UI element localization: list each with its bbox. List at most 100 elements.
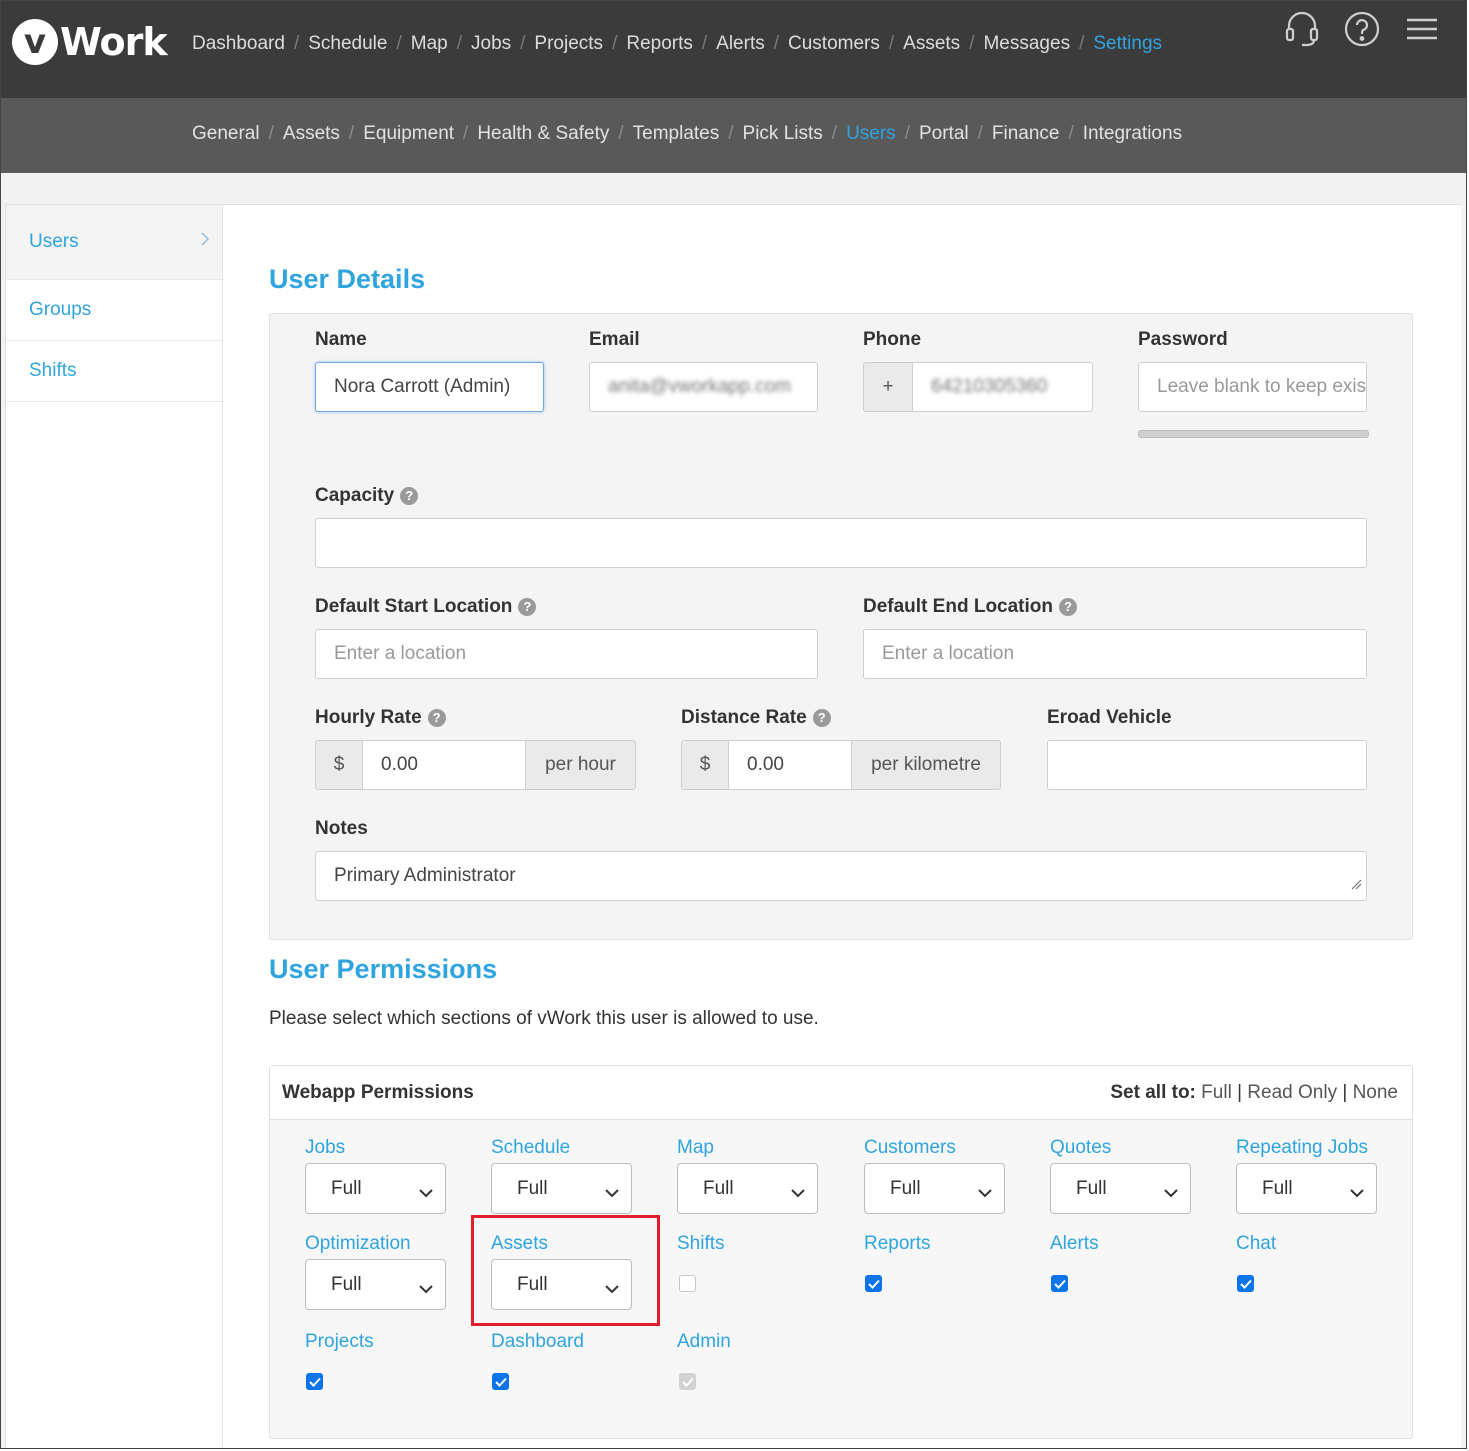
perm-label-repeating-jobs[interactable]: Repeating Jobs [1236,1137,1368,1159]
nav-reports[interactable]: Reports [626,33,693,54]
capacity-help-icon[interactable]: ? [400,487,419,505]
hourly-rate-help-icon[interactable]: ? [427,709,446,727]
perm-select-customers[interactable]: Full [864,1163,1005,1214]
perm-label-quotes[interactable]: Quotes [1050,1137,1111,1159]
nav-alerts[interactable]: Alerts [716,33,765,54]
perm-label-shifts[interactable]: Shifts [677,1233,725,1255]
perm-label-alerts[interactable]: Alerts [1050,1233,1099,1255]
sidebar-item-users[interactable]: Users [6,205,222,280]
perm-label-projects[interactable]: Projects [305,1331,374,1353]
settings-nav-general[interactable]: General [192,123,260,144]
settings-nav-portal[interactable]: Portal [919,123,969,144]
set-all-readonly-link[interactable]: Read Only [1247,1082,1337,1103]
settings-nav-integrations[interactable]: Integrations [1083,123,1182,144]
phone-prefix: + [863,362,913,412]
perm-checkbox-reports[interactable] [865,1275,882,1292]
hourly-currency: $ [315,740,363,790]
settings-nav-health-safety[interactable]: Health & Safety [477,123,609,144]
phone-field[interactable]: 64210305360 [912,362,1093,412]
nav-separator: / [969,33,975,54]
perm-checkbox-alerts[interactable] [1051,1275,1068,1292]
chevron-down-icon [1164,1182,1178,1204]
hourly-rate-label: Hourly Rate ? [315,707,446,729]
name-field[interactable]: Nora Carrott (Admin) [315,362,544,412]
eroad-vehicle-label: Eroad Vehicle [1047,707,1172,728]
sidebar-item-shifts[interactable]: Shifts [6,341,222,402]
phone-value: 64210305360 [931,376,1048,397]
perm-checkbox-dashboard[interactable] [492,1373,509,1390]
perm-checkbox-projects[interactable] [306,1373,323,1390]
name-value: Nora Carrott (Admin) [334,376,511,397]
chevron-right-icon [200,231,210,253]
nav-assets[interactable]: Assets [903,33,960,54]
perm-select-optimization[interactable]: Full [305,1259,446,1310]
password-label: Password [1138,329,1228,350]
nav-separator: / [888,33,895,54]
hourly-unit: per hour [525,740,636,790]
perm-select-quotes[interactable]: Full [1050,1163,1191,1214]
eroad-vehicle-field[interactable] [1047,740,1367,790]
nav-separator: / [348,123,355,144]
nav-messages[interactable]: Messages [983,33,1070,54]
settings-nav-equipment[interactable]: Equipment [363,123,454,144]
nav-separator: / [773,33,780,54]
perm-select-repeating-jobs[interactable]: Full [1236,1163,1377,1214]
perm-label-optimization[interactable]: Optimization [305,1233,411,1255]
perm-checkbox-chat[interactable] [1237,1275,1254,1292]
help-icon[interactable] [1342,9,1382,49]
start-location-field[interactable]: Enter a location [315,629,818,679]
perm-label-jobs[interactable]: Jobs [305,1137,345,1159]
nav-dashboard[interactable]: Dashboard [192,33,285,54]
start-location-help-icon[interactable]: ? [518,598,537,616]
perm-label-customers[interactable]: Customers [864,1137,956,1159]
end-location-field[interactable]: Enter a location [863,629,1367,679]
distance-rate-help-icon[interactable]: ? [812,709,831,727]
perm-select-jobs[interactable]: Full [305,1163,446,1214]
perm-label-dashboard[interactable]: Dashboard [491,1331,584,1353]
perm-label-chat[interactable]: Chat [1236,1233,1276,1255]
notes-textarea[interactable]: Primary Administrator [315,851,1367,901]
set-all-full-link[interactable]: Full [1201,1082,1232,1103]
hourly-rate-label-text: Hourly Rate [315,707,422,728]
settings-nav-assets[interactable]: Assets [283,123,340,144]
select-value: Full [331,1273,362,1295]
menu-icon[interactable] [1402,9,1442,49]
email-field[interactable]: anita@vworkapp.com [589,362,818,412]
capacity-field[interactable] [315,518,1367,568]
nav-jobs[interactable]: Jobs [471,33,511,54]
perm-select-map[interactable]: Full [677,1163,818,1214]
end-location-help-icon[interactable]: ? [1059,598,1077,616]
settings-nav-templates[interactable]: Templates [633,123,720,144]
perm-select-schedule[interactable]: Full [491,1163,632,1214]
settings-nav-bar: General / Assets / Equipment / Health & Safety… [1,98,1466,173]
vwork-logo[interactable]: v Work [12,19,168,65]
nav-projects[interactable]: Projects [534,33,603,54]
sidebar: Users Groups Shifts [6,205,223,1448]
capacity-label-text: Capacity [315,485,395,506]
nav-customers[interactable]: Customers [788,33,880,54]
resize-handle-icon[interactable] [1350,874,1362,896]
hourly-rate-field[interactable]: 0.00 [362,740,526,790]
nav-map[interactable]: Map [411,33,448,54]
sidebar-item-groups[interactable]: Groups [6,280,222,341]
distance-rate-field[interactable]: 0.00 [728,740,852,790]
nav-settings[interactable]: Settings [1093,33,1162,54]
settings-nav-finance[interactable]: Finance [992,123,1060,144]
password-field[interactable]: Leave blank to keep existing [1138,362,1367,412]
perm-label-reports[interactable]: Reports [864,1233,931,1255]
perm-checkbox-shifts[interactable] [679,1275,696,1292]
nav-separator: / [1068,123,1074,144]
settings-nav-pick-lists[interactable]: Pick Lists [743,123,823,144]
perm-label-admin[interactable]: Admin [677,1331,731,1353]
perm-label-schedule[interactable]: Schedule [491,1137,570,1159]
settings-nav-users[interactable]: Users [846,123,896,144]
set-all-none-link[interactable]: None [1353,1082,1398,1103]
set-all-separator: | [1342,1082,1348,1103]
nav-schedule[interactable]: Schedule [308,33,387,54]
perm-label-map[interactable]: Map [677,1137,714,1159]
name-label: Name [315,329,367,350]
headset-icon[interactable] [1282,9,1322,49]
webapp-permissions-panel: Webapp Permissions Set all to: Full | Re… [269,1065,1413,1439]
logo-text: Work [60,20,168,64]
chevron-down-icon [1350,1182,1364,1204]
